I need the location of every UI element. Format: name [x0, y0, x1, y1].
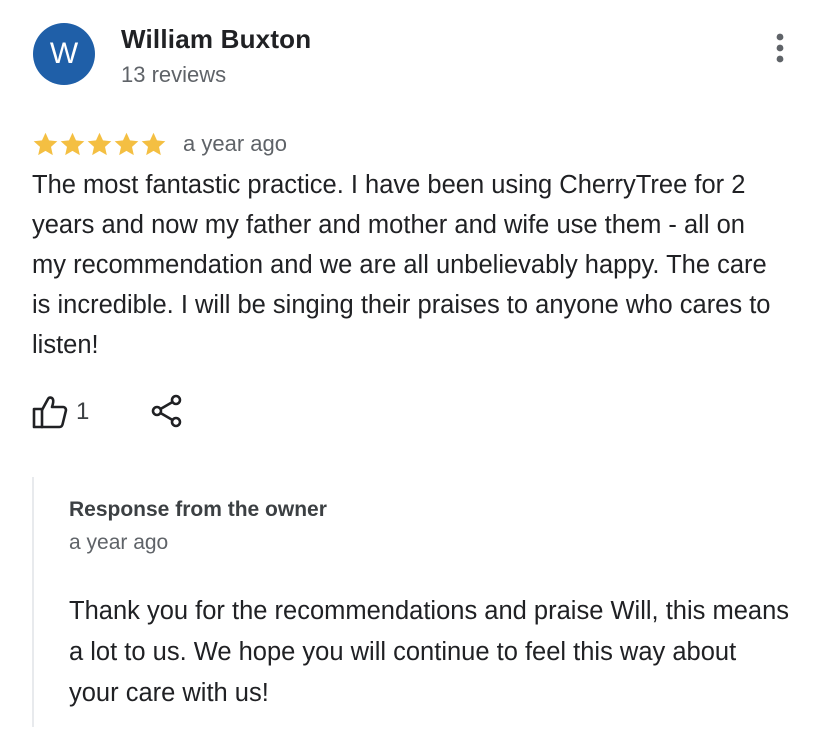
- share-icon: [151, 394, 182, 428]
- star-icon: [33, 132, 58, 155]
- star-icon: [60, 132, 85, 155]
- reviewer-review-count: 13 reviews: [121, 62, 227, 87]
- avatar[interactable]: W: [33, 23, 95, 85]
- rating-row: a year ago: [32, 126, 287, 162]
- owner-response: Response from the owner a year ago Thank…: [32, 477, 794, 727]
- more-vert-icon: [776, 33, 784, 63]
- star-icon: [114, 132, 139, 155]
- owner-response-date: a year ago: [69, 531, 169, 554]
- like-button[interactable]: 1: [32, 395, 89, 429]
- more-options-button[interactable]: [764, 28, 796, 68]
- review-text: The most fantastic practice. I have been…: [32, 171, 771, 359]
- star-icon: [141, 132, 166, 155]
- reviewer-name[interactable]: William Buxton: [121, 24, 311, 55]
- share-button[interactable]: [150, 394, 184, 428]
- thumbs-up-icon: [32, 396, 68, 429]
- avatar-letter: W: [49, 37, 79, 70]
- star-rating: [32, 131, 167, 158]
- review-date: a year ago: [183, 131, 287, 156]
- like-count: 1: [76, 398, 90, 425]
- owner-response-title: Response from the owner: [69, 498, 327, 521]
- owner-response-text: Thank you for the recommendations and pr…: [69, 597, 790, 707]
- star-icon: [87, 132, 112, 155]
